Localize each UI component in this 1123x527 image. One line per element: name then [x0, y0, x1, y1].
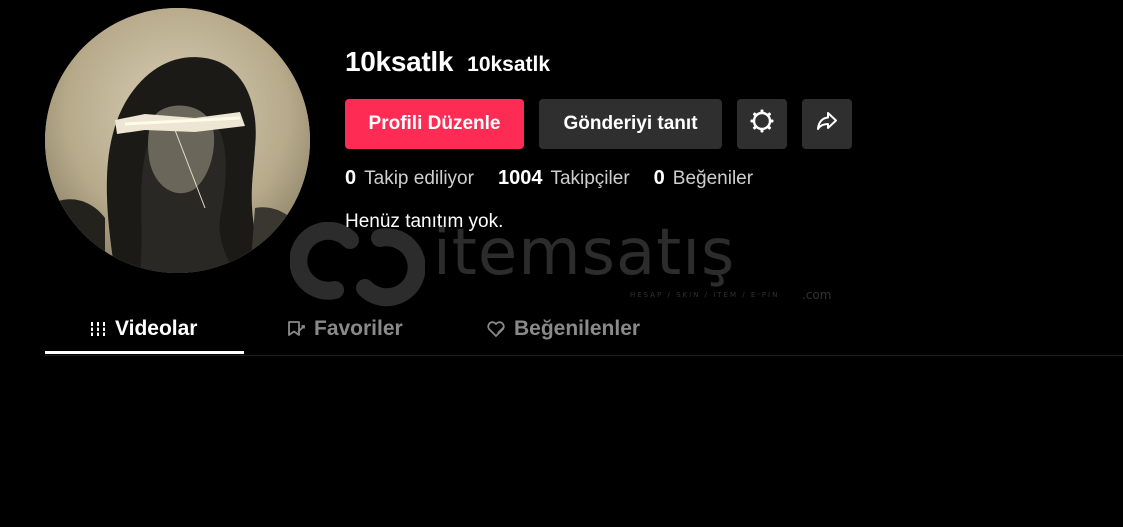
username: 10ksatlk	[467, 53, 551, 76]
share-button[interactable]	[802, 99, 852, 149]
profile-actions: Profili Düzenle Gönderiyi tanıt	[345, 99, 852, 149]
tab-liked[interactable]: Beğenilenler	[486, 305, 640, 352]
profile-bio: Henüz tanıtım yok.	[345, 211, 504, 232]
gear-icon	[749, 108, 775, 140]
tab-videos-label: Videolar	[115, 316, 198, 340]
likes-label: Beğeniler	[672, 168, 754, 189]
tab-liked-label: Beğenilenler	[514, 316, 641, 340]
tab-favorites-label: Favoriler	[314, 316, 403, 340]
watermark: itemsatış HESAP / SKIN / ITEM / E-PIN .c…	[290, 216, 835, 307]
followers-count: 1004	[497, 167, 543, 189]
following-label: Takip ediliyor	[364, 168, 474, 189]
followers-label: Takipçiler	[550, 168, 630, 189]
grid-lines-icon	[89, 320, 107, 338]
watermark-logo-icon	[290, 222, 425, 307]
share-arrow-icon	[815, 109, 839, 139]
avatar[interactable]	[45, 8, 310, 273]
followers-stat[interactable]: 1004 Takipçiler	[498, 167, 630, 190]
likes-count: 0	[653, 167, 665, 189]
settings-button[interactable]	[737, 99, 787, 149]
following-count: 0	[345, 167, 357, 189]
bookmark-icon	[286, 320, 306, 338]
watermark-suffix: .com	[802, 288, 832, 302]
profile-stats: 0 Takip ediliyor 1004 Takipçiler 0 Beğenile…	[345, 167, 753, 190]
avatar-image	[45, 8, 310, 273]
heart-icon	[486, 320, 506, 338]
promote-post-button[interactable]: Gönderiyi tanıt	[539, 99, 722, 149]
edit-profile-button[interactable]: Profili Düzenle	[345, 99, 524, 149]
tab-videos[interactable]: Videolar	[89, 305, 197, 352]
profile-page: 10ksatlk 10ksatlk Profili Düzenle Gönder…	[0, 0, 1123, 527]
tab-favorites[interactable]: Favoriler	[286, 305, 403, 352]
watermark-subtitle: HESAP / SKIN / ITEM / E-PIN	[630, 291, 780, 299]
following-stat[interactable]: 0 Takip ediliyor	[345, 167, 474, 190]
profile-tabs: Videolar Favoriler Beğenilenler	[45, 305, 1123, 356]
active-tab-indicator	[45, 351, 244, 354]
likes-stat: 0 Beğeniler	[654, 167, 753, 190]
display-name: 10ksatlk	[345, 46, 454, 77]
profile-names: 10ksatlk 10ksatlk	[345, 46, 550, 78]
